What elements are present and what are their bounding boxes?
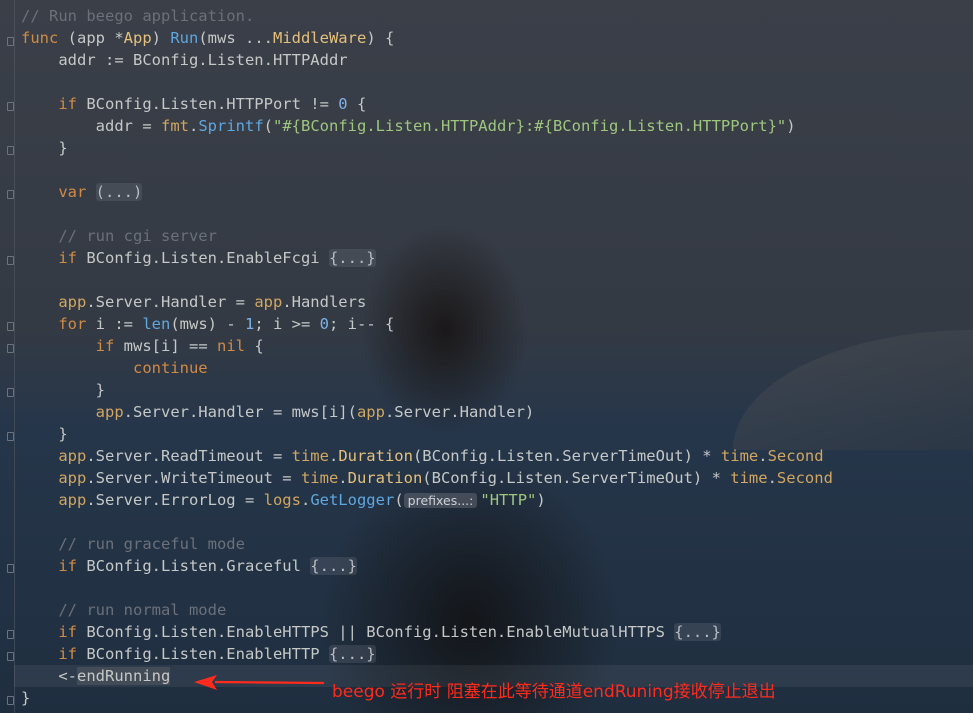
folded-region[interactable]: {...} bbox=[328, 249, 376, 267]
fold-marker-icon[interactable] bbox=[7, 564, 14, 573]
code-line: app.Server.ReadTimeout = time.Duration(B… bbox=[58, 447, 824, 465]
fold-marker-icon[interactable] bbox=[7, 102, 14, 111]
fold-marker-icon[interactable] bbox=[7, 344, 14, 353]
code-line: addr := BConfig.Listen.HTTPAddr bbox=[21, 51, 348, 69]
red-arrow-icon bbox=[194, 675, 325, 690]
fold-marker-icon[interactable] bbox=[7, 146, 14, 155]
code-line: var (...) bbox=[58, 183, 143, 201]
code-line: } bbox=[21, 689, 31, 707]
fold-marker-icon[interactable] bbox=[7, 256, 14, 265]
fold-marker-icon[interactable] bbox=[7, 37, 14, 46]
code-line: if BConfig.Listen.EnableHTTP {...} bbox=[58, 645, 376, 663]
code-line: } bbox=[21, 139, 68, 157]
fold-marker-icon[interactable] bbox=[7, 432, 14, 441]
fold-marker-icon[interactable] bbox=[7, 696, 14, 705]
code-line: } bbox=[21, 381, 105, 399]
code-line-comment: // Run beego application. bbox=[21, 7, 255, 25]
annotation-text: beego 运行时 阻塞在此等待通道endRuning接收停止退出 bbox=[332, 682, 776, 702]
parameter-hint: prefixes...: bbox=[403, 493, 478, 508]
folded-region[interactable]: {...} bbox=[310, 557, 357, 575]
fold-marker-icon[interactable] bbox=[7, 652, 14, 661]
folded-region[interactable]: {...} bbox=[674, 623, 721, 641]
code-line: app.Server.ErrorLog = logs.GetLogger(pre… bbox=[58, 491, 546, 509]
code-line: app.Server.Handler = mws[i](app.Server.H… bbox=[95, 403, 535, 421]
code-line: if mws[i] == nil { bbox=[95, 337, 264, 355]
code-line: app.Server.Handler = app.Handlers bbox=[58, 293, 367, 311]
code-line: } bbox=[21, 425, 68, 443]
code-line: continue bbox=[132, 359, 208, 377]
fold-marker-icon[interactable] bbox=[7, 388, 14, 397]
code-line: addr = fmt.Sprintf("#{BConfig.Listen.HTT… bbox=[21, 117, 796, 135]
code-line-func-decl: func (app *App) Run(mws ...MiddleWare) { bbox=[21, 29, 395, 47]
end-running-channel[interactable]: endRunning bbox=[77, 667, 171, 685]
fold-marker-icon[interactable] bbox=[7, 322, 14, 331]
folded-region[interactable]: {...} bbox=[328, 645, 376, 663]
code-line: if BConfig.Listen.EnableFcgi {...} bbox=[58, 249, 376, 267]
code-line: if BConfig.Listen.Graceful {...} bbox=[58, 557, 357, 575]
folded-region[interactable]: (...) bbox=[95, 183, 143, 201]
code-line: if BConfig.Listen.HTTPPort != 0 { bbox=[58, 95, 367, 113]
fold-marker-icon[interactable] bbox=[7, 630, 14, 639]
code-line-comment: // run graceful mode bbox=[21, 535, 245, 553]
code-line: if BConfig.Listen.EnableHTTPS || BConfig… bbox=[58, 623, 721, 641]
code-line: app.Server.WriteTimeout = time.Duration(… bbox=[58, 469, 833, 487]
code-line-comment: // run normal mode bbox=[21, 601, 227, 619]
code-line-comment: // run cgi server bbox=[21, 227, 217, 245]
fold-marker-icon[interactable] bbox=[7, 190, 14, 199]
code-line: for i := len(mws) - 1; i >= 0; i-- { bbox=[58, 315, 395, 333]
